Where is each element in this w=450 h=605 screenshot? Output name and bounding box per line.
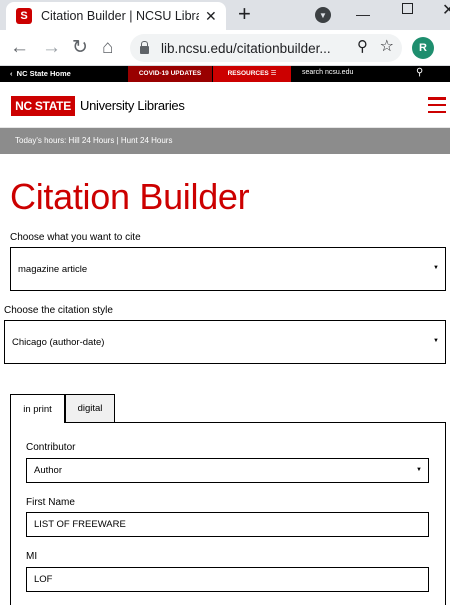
search-icon[interactable]: ⚲ <box>416 67 423 78</box>
contributor-label: Contributor <box>26 442 76 453</box>
minimize-icon[interactable]: — <box>356 6 370 22</box>
browser-toolbar: ← → ↻ ⌂ lib.ncsu.edu/citationbuilder... … <box>0 30 450 66</box>
browser-tabstrip: S Citation Builder | NCSU Libraries ✕ + … <box>0 0 450 30</box>
site-search-input[interactable]: search ncsu.edu <box>302 69 353 76</box>
covid-updates-link[interactable]: COVID-19 UPDATES <box>128 66 212 82</box>
lock-icon <box>140 41 149 54</box>
tab-title: Citation Builder | NCSU Libraries <box>41 9 199 23</box>
nc-state-home-label: NC State Home <box>16 69 71 78</box>
site-header: NC STATE University Libraries <box>0 82 450 128</box>
cite-type-value: magazine article <box>18 263 88 275</box>
hours-bar: Today's hours: Hill 24 Hours | Hunt 24 H… <box>0 128 450 154</box>
new-tab-icon[interactable]: + <box>238 2 251 26</box>
tab-search-icon[interactable]: ▼ <box>315 7 331 23</box>
resources-label: RESOURCES <box>227 70 269 77</box>
mi-input[interactable]: LOF <box>26 567 429 592</box>
dropdown-caret-icon: ▼ <box>433 338 439 344</box>
window-close-icon[interactable]: ✕ <box>442 0 450 20</box>
chevron-left-icon: ‹ <box>10 69 13 78</box>
home-icon[interactable]: ⌂ <box>102 36 113 60</box>
page-title: Citation Builder <box>10 176 250 217</box>
tab-in-print[interactable]: in print <box>10 394 65 423</box>
url-text: lib.ncsu.edu/citationbuilder... <box>161 40 331 56</box>
hamburger-menu-icon[interactable] <box>428 97 446 113</box>
library-name[interactable]: University Libraries <box>80 98 185 113</box>
nc-state-home-link[interactable]: ‹ NC State Home <box>10 69 71 78</box>
resources-menu-button[interactable]: RESOURCES ☰ <box>213 66 291 82</box>
reload-icon[interactable]: ↻ <box>72 36 88 60</box>
back-arrow-icon[interactable]: ← <box>10 36 29 60</box>
first-name-input[interactable]: LIST OF FREEWARE <box>26 512 429 537</box>
dropdown-caret-icon: ▼ <box>433 265 439 271</box>
tab-digital[interactable]: digital <box>65 394 115 423</box>
cite-type-label: Choose what you want to cite <box>10 232 141 243</box>
first-name-label: First Name <box>26 497 75 508</box>
global-nav-bar: ‹ NC State Home COVID-19 UPDATES RESOURC… <box>0 66 450 82</box>
zoom-search-icon[interactable]: ⚲ <box>357 37 368 55</box>
forward-arrow-icon[interactable]: → <box>42 36 61 60</box>
browser-tab[interactable]: S Citation Builder | NCSU Libraries ✕ <box>6 2 226 30</box>
dropdown-caret-icon: ▼ <box>416 467 422 473</box>
citation-style-value: Chicago (author-date) <box>12 336 105 348</box>
bookmark-star-icon[interactable]: ☆ <box>380 36 394 56</box>
ncsu-favicon-icon: S <box>16 8 32 24</box>
profile-avatar[interactable]: R <box>412 37 434 59</box>
maximize-icon[interactable] <box>402 3 413 14</box>
menu-icon: ☰ <box>270 70 277 77</box>
close-tab-icon[interactable]: ✕ <box>205 9 217 23</box>
mi-label: MI <box>26 551 38 562</box>
contributor-select[interactable]: Author ▼ <box>26 458 429 483</box>
nc-state-logo[interactable]: NC STATE <box>11 96 75 116</box>
citation-style-select[interactable]: Chicago (author-date) ▼ <box>4 320 446 364</box>
citation-style-label: Choose the citation style <box>4 305 113 316</box>
address-bar[interactable]: lib.ncsu.edu/citationbuilder... ⚲ ☆ <box>130 34 402 62</box>
cite-type-select[interactable]: magazine article ▼ <box>10 247 446 291</box>
contributor-value: Author <box>34 465 62 476</box>
